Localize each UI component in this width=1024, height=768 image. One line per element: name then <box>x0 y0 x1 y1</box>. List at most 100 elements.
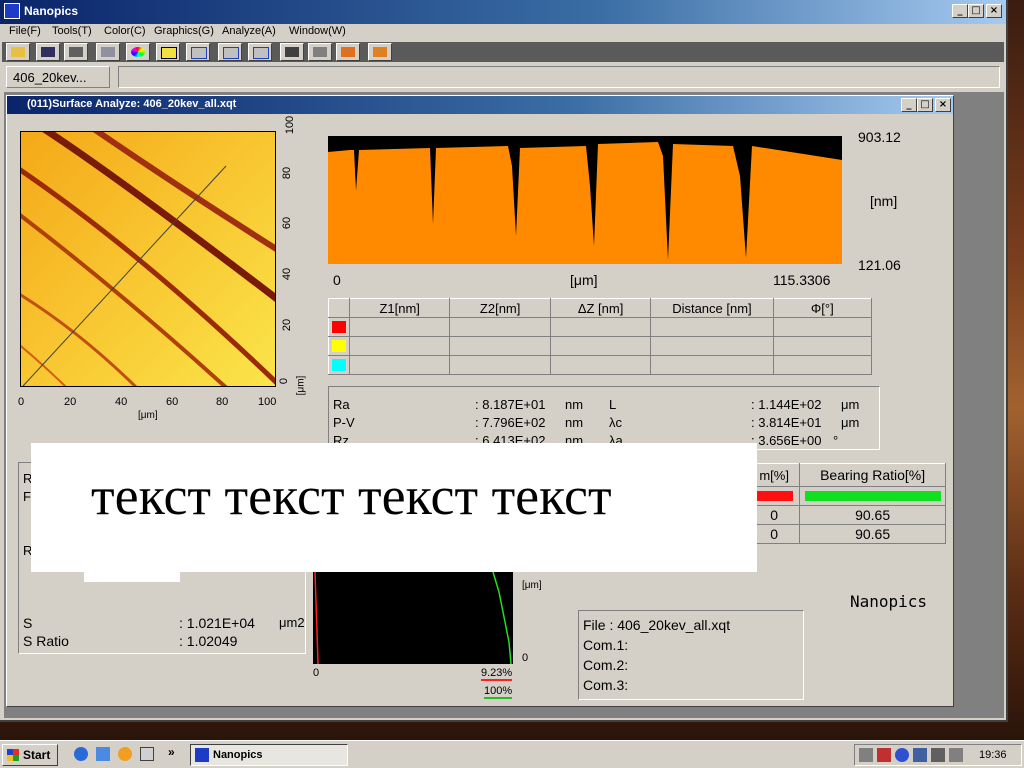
stat-value: : 3.656E+00 <box>751 433 822 448</box>
s-value: : 1.021E+04 <box>179 615 255 631</box>
table-row[interactable] <box>328 355 873 375</box>
hand-tool-icon[interactable] <box>308 43 332 61</box>
menu-file[interactable]: File(F) <box>9 25 41 37</box>
window-1-icon[interactable] <box>186 43 210 61</box>
table-row: 0 90.65 <box>747 524 946 544</box>
child-title: (011)Surface Analyze: 406_20kev_all.xqt <box>27 98 237 110</box>
map-x-tick: 40 <box>115 396 128 408</box>
stat-unit: μm <box>841 415 860 430</box>
toolbar <box>2 42 1004 62</box>
map-y-tick: 40 <box>281 267 294 281</box>
col-distance: Distance [nm] <box>650 298 774 318</box>
system-tray: 19:36 <box>854 744 1022 766</box>
surface-3d-icon[interactable] <box>336 43 360 61</box>
histogram-pct-green: 100% <box>484 685 513 699</box>
child-close-button[interactable]: × <box>935 98 951 112</box>
internet-explorer-icon[interactable] <box>74 747 88 761</box>
cross-section-profile[interactable] <box>328 136 842 264</box>
bearing-histogram[interactable] <box>313 571 513 665</box>
start-button[interactable]: Start <box>2 744 58 766</box>
minimize-button[interactable]: _ <box>952 4 968 18</box>
menu-color[interactable]: Color(C) <box>104 25 146 37</box>
map-y-tick: 20 <box>281 318 294 332</box>
roughness-stats-panel: Ra : 8.187E+01 nm P-V : 7.796E+02 nm Rz … <box>328 386 880 450</box>
stat-unit: nm <box>565 397 584 412</box>
main-titlebar[interactable]: Nanopics _ □ × <box>0 0 1006 24</box>
close-button[interactable]: × <box>986 4 1002 18</box>
menu-tools[interactable]: Tools(T) <box>52 25 92 37</box>
maximize-button[interactable]: □ <box>968 4 984 18</box>
display-icon[interactable] <box>913 748 927 762</box>
hardware-icon[interactable] <box>949 748 963 762</box>
stat-unit: ° <box>833 433 839 448</box>
table-corner <box>328 298 350 318</box>
map-x-tick: 20 <box>64 396 77 408</box>
child-minimize-button[interactable]: _ <box>901 98 917 112</box>
histogram-x0: 0 <box>313 667 320 679</box>
yellow-frame-icon[interactable] <box>156 43 180 61</box>
profile-trace <box>328 142 842 264</box>
map-y-tick: 100 <box>284 115 297 135</box>
monitor-icon[interactable] <box>931 748 945 762</box>
play-save-icon[interactable] <box>36 43 60 61</box>
map-x-tick: 100 <box>258 396 277 408</box>
grid-view-icon[interactable] <box>64 43 88 61</box>
col-dz: ΔZ [nm] <box>549 298 652 318</box>
row-color-swatch <box>328 336 350 356</box>
search-icon[interactable] <box>895 748 909 762</box>
map-y-tick: 0 <box>278 377 291 385</box>
overlay-fragment <box>84 562 180 582</box>
child-titlebar[interactable]: (011)Surface Analyze: 406_20kev_all.xqt … <box>7 96 953 114</box>
document-tab-bar: 406_20kev... <box>6 66 1002 90</box>
histogram-unit: [μm] <box>522 580 542 591</box>
bearing-cell: 90.65 <box>799 505 946 525</box>
film-icon[interactable] <box>280 43 304 61</box>
stat-value: : 3.814E+01 <box>751 415 822 430</box>
profile-z-unit: [nm] <box>870 193 898 209</box>
profile-z-min: 121.06 <box>858 257 901 273</box>
print-icon[interactable] <box>96 43 120 61</box>
text-overlay: текст текст текст текст <box>31 443 757 572</box>
taskbar-item-nanopics[interactable]: Nanopics <box>190 744 348 766</box>
quicklaunch-chevron[interactable]: » <box>168 745 175 759</box>
menu-graphics[interactable]: Graphics(G) <box>154 25 214 37</box>
stat-label: λc <box>609 415 622 430</box>
speaker-icon[interactable] <box>859 748 873 762</box>
window-2-icon[interactable] <box>218 43 242 61</box>
nanopics-task-icon <box>195 748 209 762</box>
network-disconnected-icon[interactable] <box>877 748 891 762</box>
map-x-tick: 60 <box>166 396 179 408</box>
color-wheel-icon[interactable] <box>126 43 150 61</box>
windows-logo-icon <box>7 749 19 761</box>
menu-analyze[interactable]: Analyze(A) <box>222 25 276 37</box>
map-x-tick: 80 <box>216 396 229 408</box>
overlay-text: текст текст текст текст <box>91 466 612 526</box>
map-x-axis: 0 20 40 60 80 100 <box>18 396 280 410</box>
comment-2: Com.2: <box>583 657 629 673</box>
comment-3: Com.3: <box>583 677 629 693</box>
row-color-swatch <box>328 355 350 375</box>
histogram-curves <box>314 571 512 665</box>
menu-window[interactable]: Window(W) <box>289 25 346 37</box>
clock: 19:36 <box>979 749 1007 761</box>
table-row[interactable] <box>328 317 873 337</box>
tab-document[interactable]: 406_20kev... <box>6 66 110 88</box>
map-y-unit: [μm] <box>295 375 307 396</box>
topography-image[interactable] <box>20 131 276 387</box>
stat-value: : 7.796E+02 <box>475 415 546 430</box>
map-y-tick: 80 <box>281 166 294 180</box>
file-info-panel: File : 406_20kev_all.xqt Com.1: Com.2: C… <box>578 610 804 700</box>
bearing-col-header: Bearing Ratio[%] <box>799 463 946 487</box>
table-row[interactable] <box>328 336 873 356</box>
map-x-tick: 0 <box>18 396 25 408</box>
surface-render-icon[interactable] <box>368 43 392 61</box>
media-player-icon[interactable] <box>118 747 132 761</box>
outlook-icon[interactable] <box>96 747 110 761</box>
open-folder-icon[interactable] <box>6 43 30 61</box>
desktop-icon[interactable] <box>140 747 154 761</box>
child-maximize-button[interactable]: □ <box>917 98 933 112</box>
profile-x-max: 115.3306 <box>773 272 831 288</box>
file-name: File : 406_20kev_all.xqt <box>583 617 731 633</box>
window-3-icon[interactable] <box>248 43 272 61</box>
table-row: 0 90.65 <box>747 505 946 525</box>
